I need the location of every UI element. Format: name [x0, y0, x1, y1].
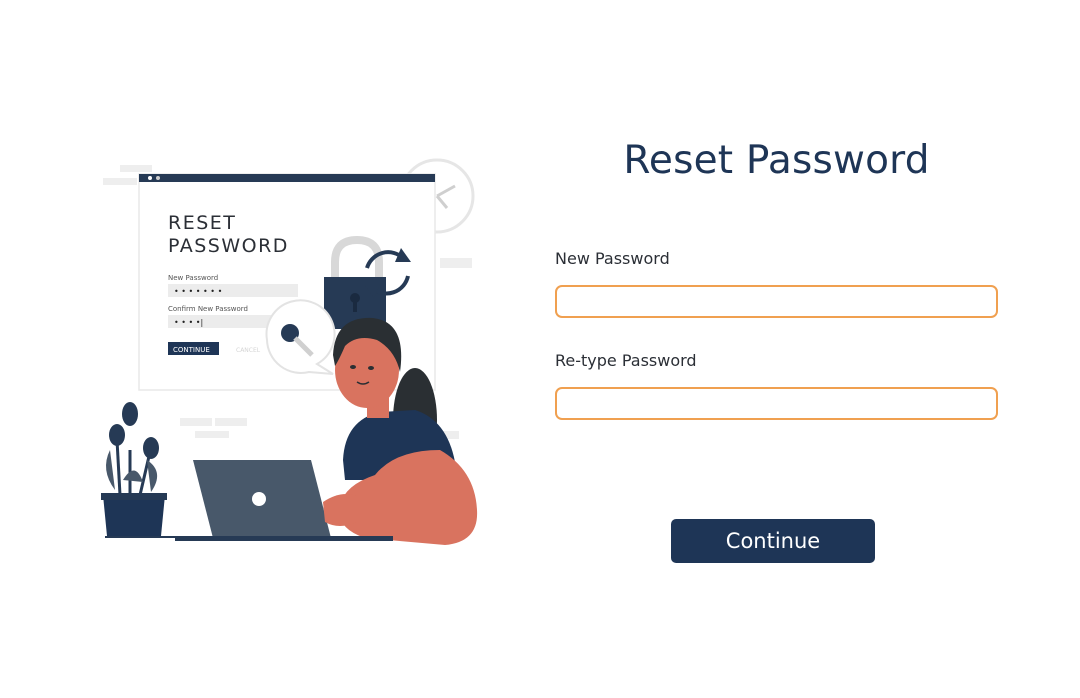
new-password-label: New Password: [555, 249, 670, 268]
new-password-input[interactable]: [555, 285, 998, 318]
hand: [323, 494, 357, 526]
card-title-line2: PASSWORD: [168, 235, 289, 257]
reset-password-page: RESET PASSWORD New Password • • • • • • …: [0, 0, 1080, 698]
continue-button[interactable]: Continue: [671, 519, 875, 563]
card-field1-value: • • • • • • •: [174, 287, 222, 296]
card-field1-label: New Password: [168, 274, 218, 282]
card-field2-label: Confirm New Password: [168, 305, 248, 313]
reset-password-illustration: RESET PASSWORD New Password • • • • • • …: [95, 150, 490, 550]
card-cancel-label: CANCEL: [236, 347, 261, 354]
plant-icon: [101, 402, 167, 536]
retype-password-input[interactable]: [555, 387, 998, 420]
retype-password-label: Re-type Password: [555, 351, 697, 370]
page-title: Reset Password: [623, 138, 930, 183]
card-field2-value: • • • •|: [174, 318, 203, 327]
card-title-line1: RESET: [168, 212, 236, 234]
card-continue-label: CONTINUE: [173, 346, 210, 354]
